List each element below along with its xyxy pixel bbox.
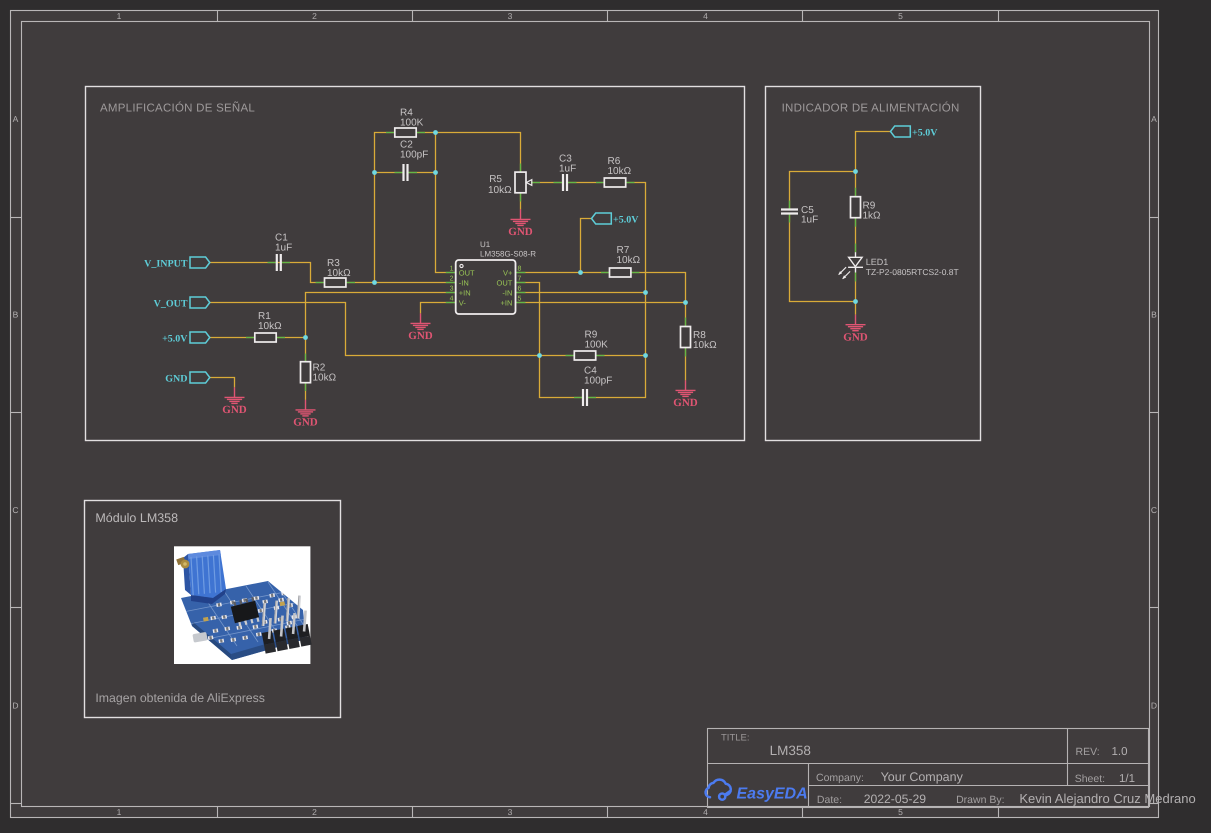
- svg-text:C: C: [1151, 505, 1157, 515]
- svg-text:+5.0V: +5.0V: [912, 127, 938, 138]
- svg-text:10kΩ: 10kΩ: [608, 166, 632, 177]
- svg-text:4: 4: [703, 11, 708, 21]
- svg-text:LED1: LED1: [866, 257, 889, 267]
- svg-text:LM358: LM358: [770, 743, 811, 758]
- svg-text:8: 8: [518, 266, 522, 273]
- svg-text:-IN: -IN: [459, 279, 469, 288]
- svg-text:D: D: [12, 701, 18, 711]
- svg-text:+IN: +IN: [501, 299, 513, 308]
- svg-text:10kΩ: 10kΩ: [258, 321, 282, 332]
- svg-text:7: 7: [518, 276, 522, 283]
- svg-text:2: 2: [450, 276, 454, 283]
- svg-text:1uF: 1uF: [801, 215, 818, 226]
- svg-text:5: 5: [898, 11, 903, 21]
- svg-text:U1: U1: [480, 240, 491, 249]
- svg-text:Your Company: Your Company: [881, 770, 964, 784]
- svg-text:EasyEDA: EasyEDA: [737, 786, 808, 803]
- svg-text:V+: V+: [503, 269, 513, 278]
- svg-text:100K: 100K: [400, 118, 424, 129]
- svg-text:1/1: 1/1: [1119, 773, 1135, 785]
- svg-text:Drawn By:: Drawn By:: [956, 794, 1004, 806]
- svg-text:2: 2: [312, 11, 317, 21]
- svg-text:5: 5: [518, 296, 522, 303]
- svg-text:10kΩ: 10kΩ: [488, 185, 512, 196]
- svg-text:GND: GND: [222, 404, 247, 416]
- svg-text:GND: GND: [843, 332, 868, 344]
- svg-text:6: 6: [518, 286, 522, 293]
- svg-text:Imagen obtenida de AliExpress: Imagen obtenida de AliExpress: [95, 691, 265, 705]
- svg-text:TITLE:: TITLE:: [721, 733, 750, 744]
- svg-text:5: 5: [898, 807, 903, 817]
- svg-text:10kΩ: 10kΩ: [617, 255, 641, 266]
- svg-text:Company:: Company:: [816, 772, 864, 784]
- svg-text:1uF: 1uF: [559, 164, 576, 175]
- svg-text:+IN: +IN: [459, 289, 471, 298]
- svg-text:AMPLIFICACIÓN DE SEÑAL: AMPLIFICACIÓN DE SEÑAL: [100, 101, 255, 115]
- svg-text:A: A: [13, 114, 19, 124]
- svg-text:B: B: [13, 310, 19, 320]
- svg-text:GND: GND: [293, 417, 318, 429]
- svg-text:V_INPUT: V_INPUT: [144, 258, 188, 269]
- svg-text:GND: GND: [408, 330, 433, 342]
- svg-text:GND: GND: [508, 226, 533, 238]
- svg-text:1: 1: [117, 11, 122, 21]
- svg-text:1kΩ: 1kΩ: [863, 211, 882, 222]
- svg-text:OUT: OUT: [459, 269, 475, 278]
- svg-text:+5.0V: +5.0V: [162, 333, 188, 344]
- svg-text:4: 4: [703, 807, 708, 817]
- svg-text:B: B: [1151, 310, 1157, 320]
- svg-text:1uF: 1uF: [275, 243, 292, 254]
- svg-text:TZ-P2-0805RTCS2-0.8T: TZ-P2-0805RTCS2-0.8T: [866, 267, 959, 277]
- svg-text:100pF: 100pF: [584, 376, 612, 387]
- svg-text:A: A: [1151, 114, 1157, 124]
- svg-text:R5: R5: [489, 174, 502, 185]
- svg-text:10kΩ: 10kΩ: [313, 373, 337, 384]
- svg-text:V-: V-: [459, 299, 467, 308]
- svg-text:OUT: OUT: [497, 279, 513, 288]
- svg-text:INDICADOR DE ALIMENTACIÓN: INDICADOR DE ALIMENTACIÓN: [782, 102, 960, 115]
- svg-text:D: D: [1151, 701, 1157, 711]
- svg-text:2: 2: [312, 807, 317, 817]
- svg-text:10kΩ: 10kΩ: [327, 268, 351, 279]
- svg-text:3: 3: [450, 286, 454, 293]
- svg-text:100pF: 100pF: [400, 150, 428, 161]
- svg-text:1.0: 1.0: [1112, 746, 1128, 758]
- svg-text:V_OUT: V_OUT: [154, 298, 188, 309]
- svg-text:Kevin Alejandro Cruz Medrano: Kevin Alejandro Cruz Medrano: [1019, 791, 1195, 806]
- svg-text:3: 3: [508, 807, 513, 817]
- svg-text:C: C: [12, 505, 18, 515]
- svg-text:Sheet:: Sheet:: [1075, 773, 1105, 785]
- svg-text:-IN: -IN: [502, 289, 512, 298]
- svg-text:+5.0V: +5.0V: [613, 214, 639, 225]
- svg-text:2022-05-29: 2022-05-29: [864, 792, 927, 806]
- svg-text:REV:: REV:: [1076, 746, 1100, 758]
- svg-text:4: 4: [450, 296, 454, 303]
- svg-text:Date:: Date:: [817, 794, 842, 806]
- svg-text:1: 1: [450, 266, 454, 273]
- svg-text:1: 1: [117, 807, 122, 817]
- svg-text:GND: GND: [673, 397, 698, 409]
- svg-text:10kΩ: 10kΩ: [693, 340, 717, 351]
- svg-text:Módulo LM358: Módulo LM358: [95, 511, 178, 525]
- svg-text:GND: GND: [165, 373, 187, 384]
- svg-text:100K: 100K: [585, 340, 609, 351]
- svg-text:LM358G-S08-R: LM358G-S08-R: [480, 250, 536, 259]
- svg-text:3: 3: [508, 11, 513, 21]
